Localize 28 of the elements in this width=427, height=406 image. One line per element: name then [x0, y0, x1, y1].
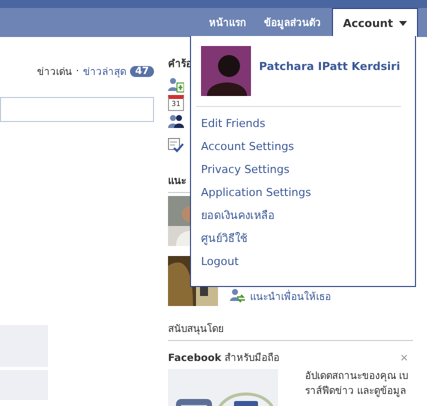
- caret-icon: [399, 20, 407, 26]
- account-menu-button[interactable]: Account: [332, 8, 418, 37]
- menu-item[interactable]: Privacy Settings: [201, 158, 290, 181]
- menu-item[interactable]: Application Settings: [201, 181, 312, 204]
- menu-item[interactable]: ศูนย์วิธีใช้: [201, 227, 247, 250]
- feed-tab[interactable]: ข่าวเด่น: [36, 64, 72, 79]
- avatar-icon[interactable]: [201, 46, 251, 96]
- status-input-field[interactable]: [0, 97, 154, 122]
- nav-link[interactable]: หน้าแรก: [200, 8, 255, 37]
- count-badge: 47: [130, 66, 154, 77]
- menu-item[interactable]: Edit Friends: [201, 112, 266, 135]
- people-icon[interactable]: [168, 113, 184, 129]
- suggest-friend-link[interactable]: แนะนำเพื่อนให้เธอ: [230, 288, 331, 304]
- separator-dot: ·: [76, 66, 80, 77]
- section-heading: แนะ: [168, 175, 186, 188]
- user-name-link[interactable]: Patchara IPatt Kerdsiri: [259, 60, 400, 73]
- ad-title: Facebook สำหรับมือถือ: [168, 352, 280, 365]
- menu-item[interactable]: Account Settings: [201, 135, 294, 158]
- feed-tab[interactable]: ข่าวล่าสุด: [83, 64, 126, 79]
- nav-link[interactable]: ข้อมูลส่วนตัว: [254, 8, 330, 37]
- menu-item[interactable]: ยอดเงินคงเหลือ: [201, 204, 275, 227]
- ad-text: อัปเดตสถานะของคุณ เบราส์ฟีดข่าว และดูข้อมูล: [305, 370, 410, 399]
- add-friend-icon[interactable]: [168, 77, 184, 93]
- suggest-friend-icon: [230, 288, 246, 304]
- suggest-friend-text[interactable]: แนะนำเพื่อนให้เธอ: [250, 288, 331, 304]
- checklist-icon[interactable]: [168, 137, 184, 153]
- section-heading: สนับสนุนโดย: [168, 322, 224, 336]
- menu-item[interactable]: Logout: [201, 250, 239, 273]
